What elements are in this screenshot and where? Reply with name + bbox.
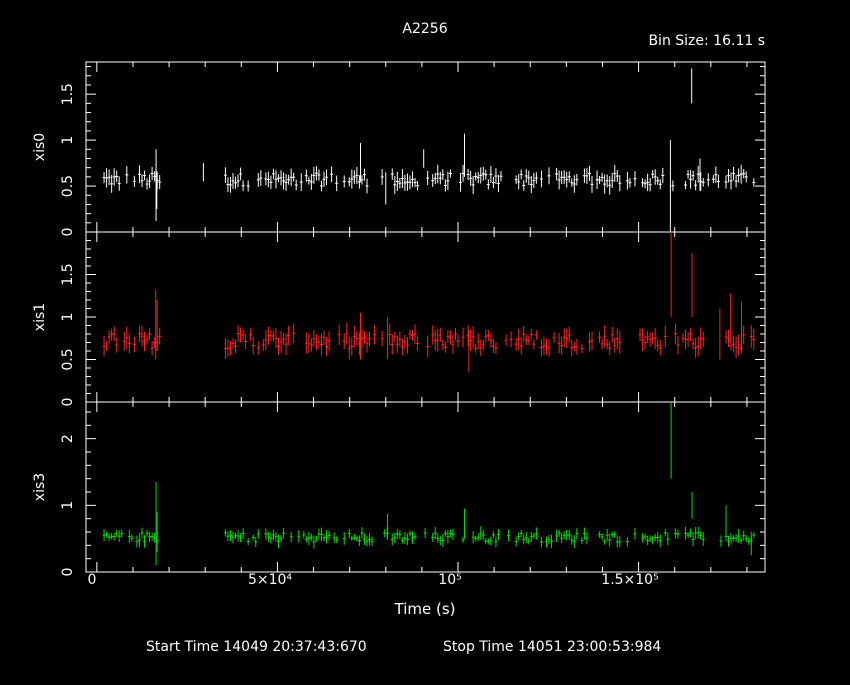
y-tick-label: 2 <box>60 434 76 443</box>
y-tick-label: 1.5 <box>60 83 76 105</box>
y-tick-label: 0 <box>60 568 76 577</box>
panel-frame <box>85 61 766 233</box>
start-time-label: Start Time 14049 20:37:43:670 <box>146 639 367 655</box>
x-tick-label-0: 0 <box>88 572 97 588</box>
series-xis1 <box>102 232 756 373</box>
panel-frame <box>85 231 766 403</box>
light-curve-chart: A2256 Bin Size: 16.11 s 0 0.5 1 1.5 xis0 0 0.5… <box>32 21 766 655</box>
y-tick-label: 1 <box>60 313 76 322</box>
y-tick-label: 0 <box>60 398 76 407</box>
x-tick-label-2: 10⁵ <box>438 572 461 588</box>
stop-time-label: Stop Time 14051 23:00:53:984 <box>443 639 661 655</box>
panel-xis3: 0 1 2 xis3 <box>32 401 766 577</box>
bin-size-label: Bin Size: 16.11 s <box>648 33 765 49</box>
y-tick-label: 1 <box>60 136 76 145</box>
panel-xis1: 0 0.5 1 1.5 xis1 <box>32 231 766 407</box>
panel-frame <box>85 401 766 573</box>
y-axis-label-xis3: xis3 <box>32 473 48 501</box>
y-axis-label-xis1: xis1 <box>32 303 48 331</box>
series-xis3 <box>102 402 756 566</box>
x-tick-label-1: 5×10⁴ <box>248 572 292 588</box>
y-tick-label: 1 <box>60 501 76 510</box>
x-axis: 0 5×10⁴ 10⁵ 1.5×10⁵ Time (s) <box>88 572 659 618</box>
y-tick-label: 0.5 <box>60 348 76 370</box>
series-xis0 <box>102 68 756 232</box>
panel-xis0: 0 0.5 1 1.5 xis0 <box>32 61 766 237</box>
chart-title: A2256 <box>402 21 447 37</box>
x-tick-label-3: 1.5×10⁵ <box>601 572 658 588</box>
x-axis-label: Time (s) <box>394 600 456 618</box>
y-tick-label: 0.5 <box>60 175 76 197</box>
y-tick-label: 0 <box>60 228 76 237</box>
panels-group: 0 0.5 1 1.5 xis0 0 0.5 1 1.5 xis1 0 1 2 xis3 <box>32 61 766 577</box>
y-tick-label: 1.5 <box>60 263 76 285</box>
y-axis-label-xis0: xis0 <box>32 133 48 161</box>
